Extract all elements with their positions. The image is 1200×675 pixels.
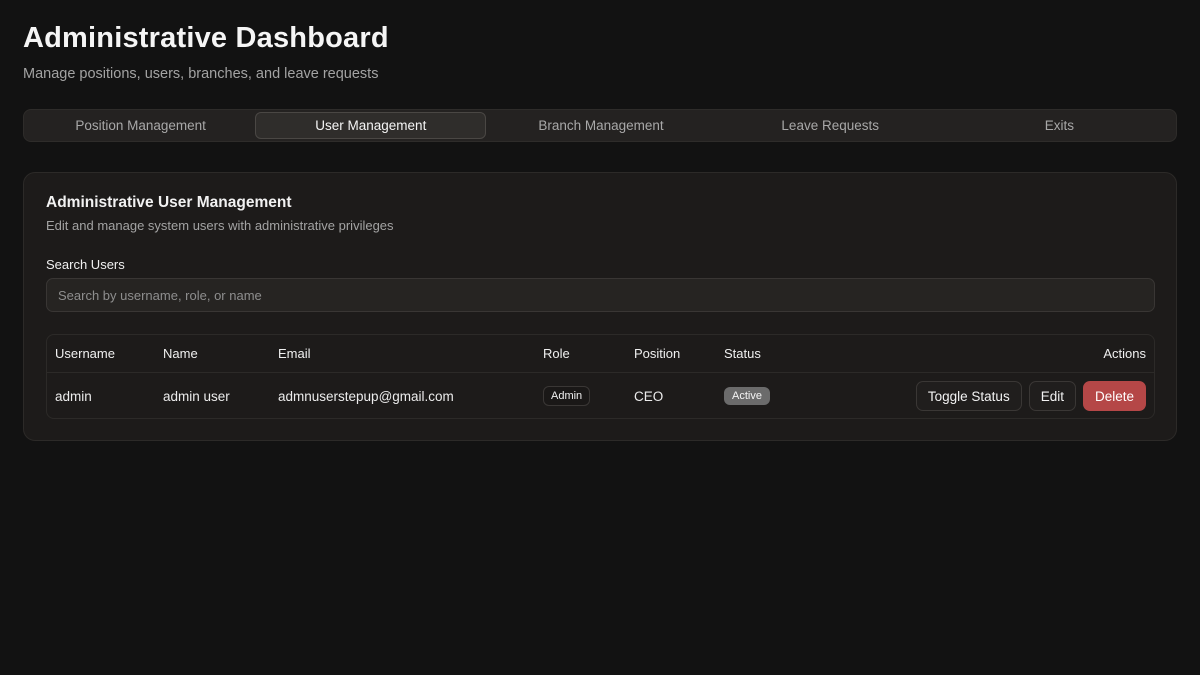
card-title: Administrative User Management (46, 194, 292, 211)
tab-position-management[interactable]: Position Management (26, 112, 255, 139)
cell-name: admin user (163, 388, 230, 404)
column-header-name: Name (163, 346, 198, 361)
status-badge: Active (724, 387, 770, 405)
page-subtitle: Manage positions, users, branches, and l… (23, 66, 379, 82)
column-header-role: Role (543, 346, 570, 361)
role-badge: Admin (543, 386, 591, 406)
tab-branch-management[interactable]: Branch Management (486, 112, 715, 139)
delete-button[interactable]: Delete (1082, 381, 1146, 411)
users-table: Username Name Email Role Position Status… (46, 334, 1155, 419)
cell-email: admnuserstepup@gmail.com (278, 388, 454, 404)
tab-user-management[interactable]: User Management (255, 112, 487, 139)
cell-role: Admin (543, 373, 591, 418)
column-header-status: Status (724, 346, 761, 361)
column-header-email: Email (278, 346, 311, 361)
cell-status: Active (724, 373, 770, 418)
column-header-position: Position (634, 346, 681, 361)
table-header-row: Username Name Email Role Position Status… (47, 335, 1154, 373)
page-title: Administrative Dashboard (23, 22, 389, 54)
column-header-actions: Actions (1103, 346, 1146, 361)
column-header-username: Username (55, 346, 115, 361)
tab-bar: Position Management User Management Bran… (23, 109, 1177, 142)
cell-position: CEO (634, 388, 664, 404)
user-management-card: Administrative User Management Edit and … (23, 172, 1177, 441)
card-description: Edit and manage system users with admini… (46, 218, 394, 233)
search-label: Search Users (46, 257, 125, 272)
edit-button[interactable]: Edit (1028, 381, 1076, 411)
cell-username: admin (55, 388, 92, 404)
tab-exits[interactable]: Exits (945, 112, 1174, 139)
search-input[interactable] (46, 278, 1155, 312)
toggle-status-button[interactable]: Toggle Status (915, 381, 1022, 411)
table-row: admin admin user admnuserstepup@gmail.co… (47, 373, 1154, 418)
cell-actions: Toggle Status Edit Delete (909, 373, 1146, 418)
dashboard-page: Administrative Dashboard Manage position… (0, 0, 1200, 675)
tab-leave-requests[interactable]: Leave Requests (716, 112, 945, 139)
